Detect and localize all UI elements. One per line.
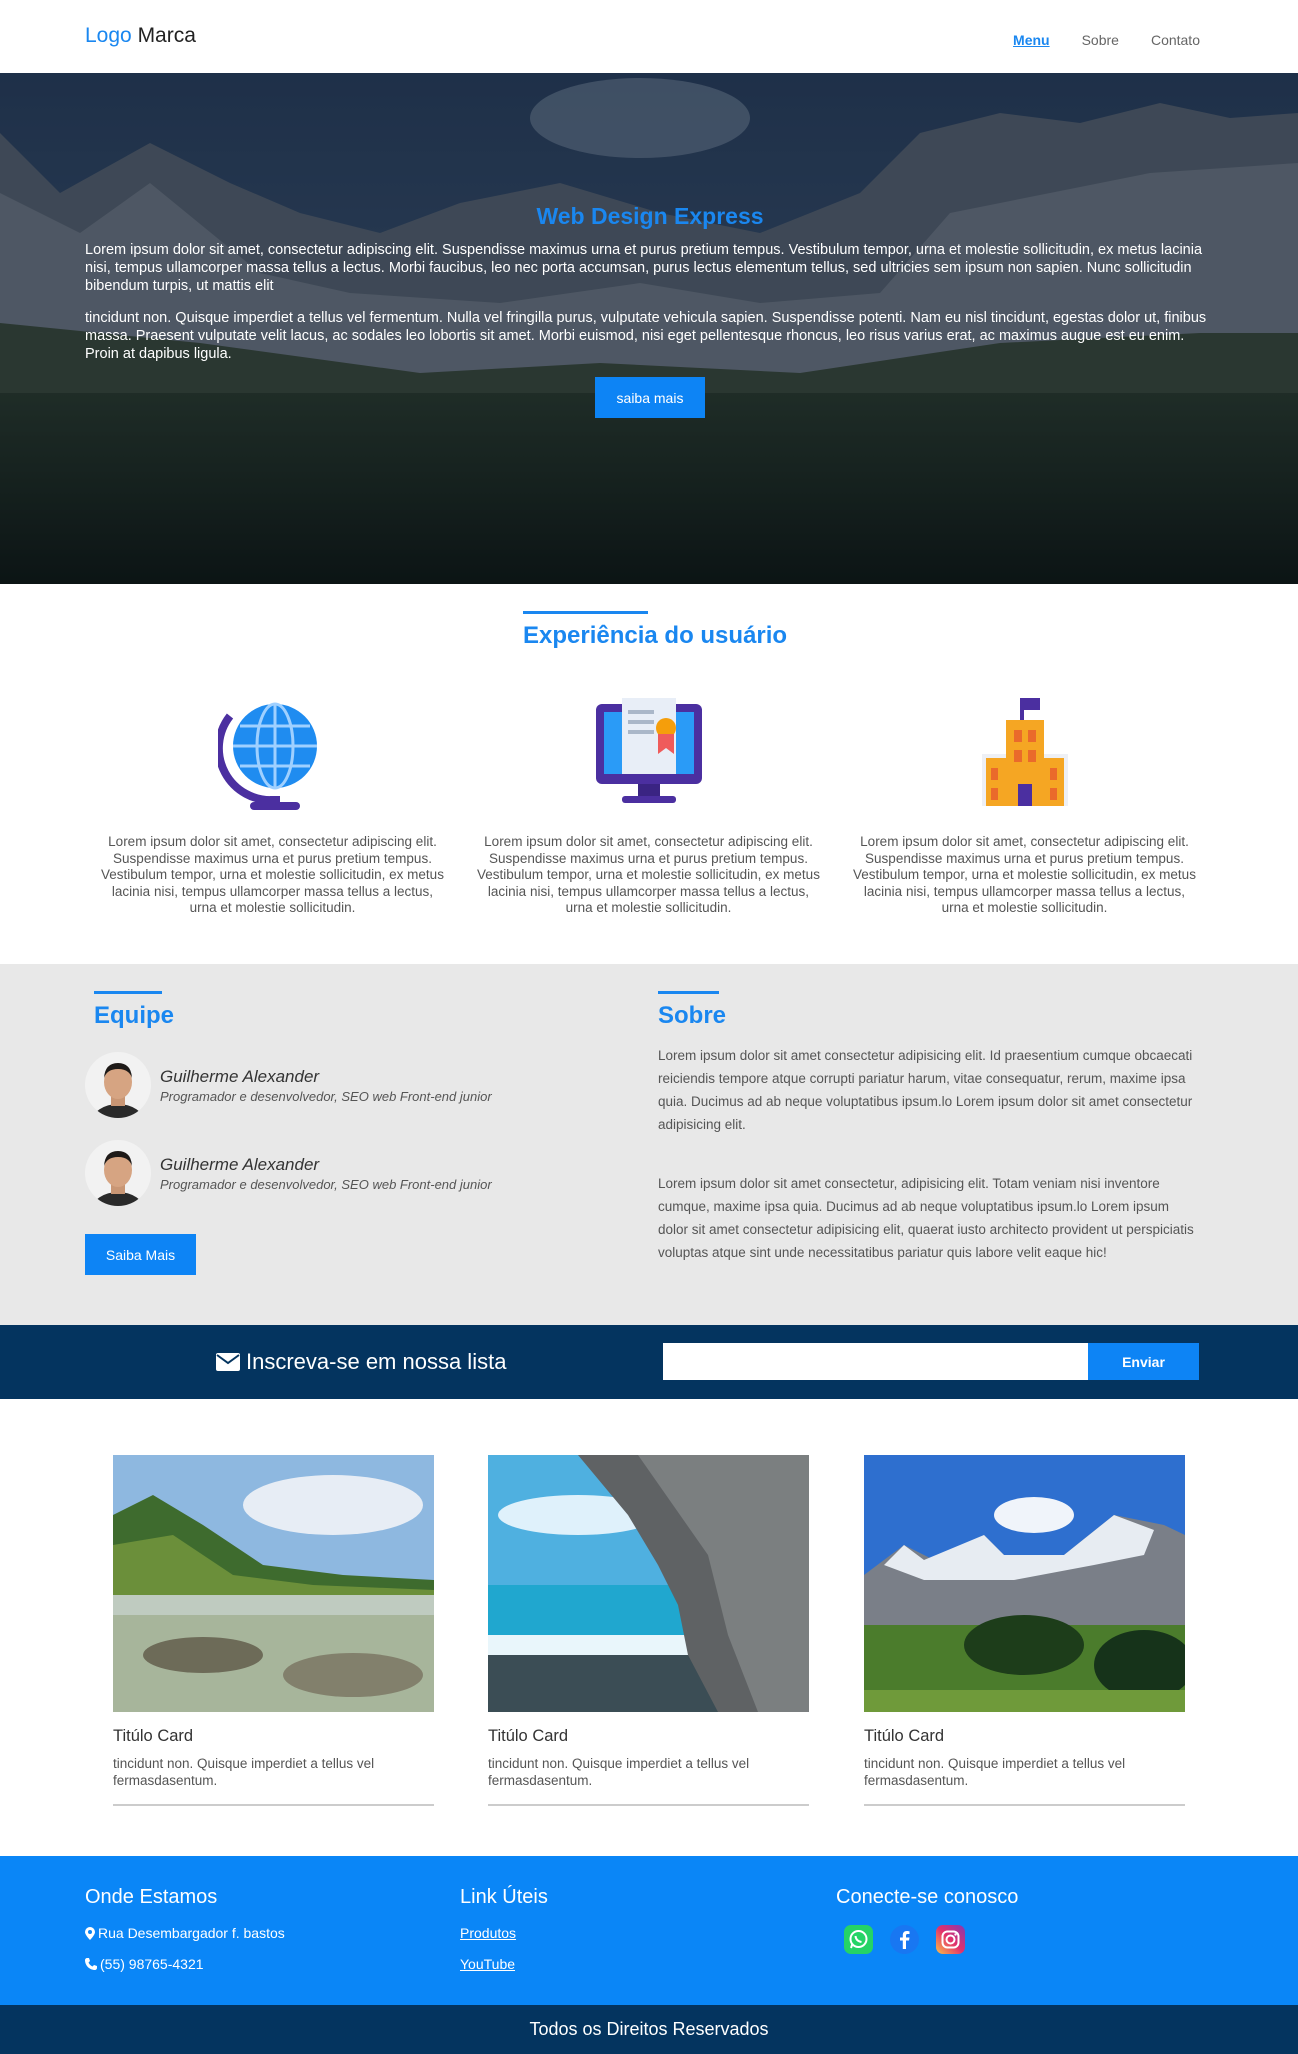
- hero-saiba-mais-button[interactable]: saiba mais: [595, 377, 705, 418]
- newsletter-email-input[interactable]: [663, 1343, 1088, 1380]
- logo[interactable]: Logo Marca: [85, 24, 196, 48]
- social-icons: [844, 1925, 1018, 1954]
- member-name: Guilherme Alexander: [160, 1154, 320, 1174]
- about-title: Sobre: [658, 1002, 727, 1029]
- member-info: Guilherme Alexander Programador e desenv…: [160, 1155, 492, 1192]
- card[interactable]: Titúlo Card tincidunt non. Quisque imper…: [864, 1455, 1194, 1806]
- map-marker-icon: [85, 1926, 95, 1940]
- member-name: Guilherme Alexander: [160, 1066, 320, 1086]
- footer-phone: (55) 98765-4321: [85, 1956, 285, 1972]
- newsletter-bar: Inscreva-se em nossa lista Enviar: [0, 1325, 1298, 1399]
- card-image-coast: [113, 1455, 434, 1712]
- site-header: Logo Marca Menu Sobre Contato: [0, 0, 1298, 73]
- member-info: Guilherme Alexander Programador e desenv…: [160, 1067, 492, 1104]
- team-saiba-mais-button[interactable]: Saiba Mais: [85, 1234, 196, 1275]
- footer-links: Link Úteis Produtos YouTube: [460, 1886, 548, 1987]
- experience-column-1: Lorem ipsum dolor sit amet, consectetur …: [100, 696, 445, 917]
- experience-column-3: Lorem ipsum dolor sit amet, consectetur …: [852, 696, 1197, 917]
- nav-sobre[interactable]: Sobre: [1082, 32, 1119, 48]
- section-divider: [658, 991, 719, 994]
- footer-address: Rua Desembargador f. bastos: [85, 1925, 285, 1941]
- experience-heading: Experiência do usuário: [523, 611, 787, 650]
- avatar: [85, 1140, 151, 1206]
- footer-social: Conecte-se conosco: [836, 1886, 1018, 1954]
- team-title: Equipe: [94, 1002, 175, 1029]
- card-text: tincidunt non. Quisque imperdiet a tellu…: [488, 1755, 809, 1806]
- building-flag-icon: [981, 698, 1068, 806]
- experience-text-1: Lorem ipsum dolor sit amet, consectetur …: [101, 834, 444, 915]
- logo-second-word: Marca: [137, 24, 196, 47]
- instagram-icon[interactable]: [936, 1925, 965, 1954]
- section-divider: [94, 991, 162, 994]
- footer-phone-text: (55) 98765-4321: [100, 1956, 204, 1972]
- site-footer: Onde Estamos Rua Desembargador f. bastos…: [0, 1856, 1298, 2005]
- footer-links-title: Link Úteis: [460, 1886, 548, 1908]
- card-title: Titúlo Card: [488, 1727, 569, 1745]
- newsletter-text: Inscreva-se em nossa lista: [246, 1349, 507, 1374]
- phone-icon: [85, 1958, 97, 1970]
- facebook-icon[interactable]: [890, 1925, 919, 1954]
- hero-content: Web Design Express Lorem ipsum dolor sit…: [85, 203, 1215, 418]
- hero-paragraph-1: Lorem ipsum dolor sit amet, consectetur …: [85, 242, 1203, 294]
- member-role: Programador e desenvolvedor, SEO web Fro…: [160, 1088, 492, 1104]
- team-member: Guilherme Alexander Programador e desenv…: [85, 1140, 605, 1206]
- footer-location-title: Onde Estamos: [85, 1886, 218, 1908]
- team-about-section: Equipe Guilherme Alexander Programador e…: [0, 964, 1298, 1325]
- team-member: Guilherme Alexander Programador e desenv…: [85, 1052, 605, 1118]
- main-nav: Menu Sobre Contato: [1013, 32, 1200, 48]
- about-paragraph-2: Lorem ipsum dolor sit amet consectetur, …: [658, 1176, 1194, 1260]
- card[interactable]: Titúlo Card tincidunt non. Quisque imper…: [113, 1455, 434, 1806]
- envelope-icon: [216, 1353, 240, 1371]
- member-role: Programador e desenvolvedor, SEO web Fro…: [160, 1176, 492, 1192]
- about-paragraph-1: Lorem ipsum dolor sit amet consectetur a…: [658, 1048, 1193, 1132]
- nav-menu[interactable]: Menu: [1013, 32, 1050, 48]
- cards-section: Titúlo Card tincidunt non. Quisque imper…: [0, 1399, 1298, 1856]
- experience-column-2: Lorem ipsum dolor sit amet, consectetur …: [476, 696, 821, 917]
- hero-section: Web Design Express Lorem ipsum dolor sit…: [0, 73, 1298, 584]
- hero-paragraph-2: tincidunt non. Quisque imperdiet a tellu…: [85, 310, 1207, 362]
- card-title: Titúlo Card: [864, 1727, 945, 1745]
- footer-link-produtos[interactable]: Produtos: [460, 1925, 548, 1941]
- avatar: [85, 1052, 151, 1118]
- footer-location: Onde Estamos Rua Desembargador f. bastos…: [85, 1886, 285, 1987]
- footer-link-youtube[interactable]: YouTube: [460, 1956, 548, 1972]
- section-divider: [523, 611, 648, 614]
- card-text: tincidunt non. Quisque imperdiet a tellu…: [864, 1755, 1185, 1806]
- nav-contato[interactable]: Contato: [1151, 32, 1200, 48]
- experience-title: Experiência do usuário: [523, 622, 788, 649]
- whatsapp-icon[interactable]: [844, 1925, 873, 1954]
- card[interactable]: Titúlo Card tincidunt non. Quisque imper…: [488, 1455, 809, 1806]
- footer-social-title: Conecte-se conosco: [836, 1886, 1019, 1908]
- experience-text-3: Lorem ipsum dolor sit amet, consectetur …: [853, 834, 1196, 915]
- card-image-mountains: [864, 1455, 1194, 1712]
- about-column: Sobre Lorem ipsum dolor sit amet consect…: [658, 991, 1198, 1264]
- card-title: Titúlo Card: [113, 1727, 194, 1745]
- card-image-sea-cave: [488, 1455, 809, 1712]
- card-text: tincidunt non. Quisque imperdiet a tellu…: [113, 1755, 434, 1806]
- monitor-certificate-icon: [595, 698, 702, 803]
- footer-address-text: Rua Desembargador f. bastos: [98, 1925, 285, 1941]
- hero-title: Web Design Express: [536, 203, 764, 229]
- experience-section: Experiência do usuário Lorem ipsum dolor…: [0, 584, 1298, 964]
- experience-text-2: Lorem ipsum dolor sit amet, consectetur …: [477, 834, 820, 915]
- logo-first-word: Logo: [85, 24, 132, 47]
- copyright-bar: Todos os Direitos Reservados: [0, 2005, 1298, 2054]
- globe-icon: [214, 702, 317, 810]
- newsletter-submit-button[interactable]: Enviar: [1088, 1343, 1199, 1380]
- team-column: Equipe Guilherme Alexander Programador e…: [85, 991, 605, 1275]
- newsletter-label: Inscreva-se em nossa lista: [216, 1349, 506, 1375]
